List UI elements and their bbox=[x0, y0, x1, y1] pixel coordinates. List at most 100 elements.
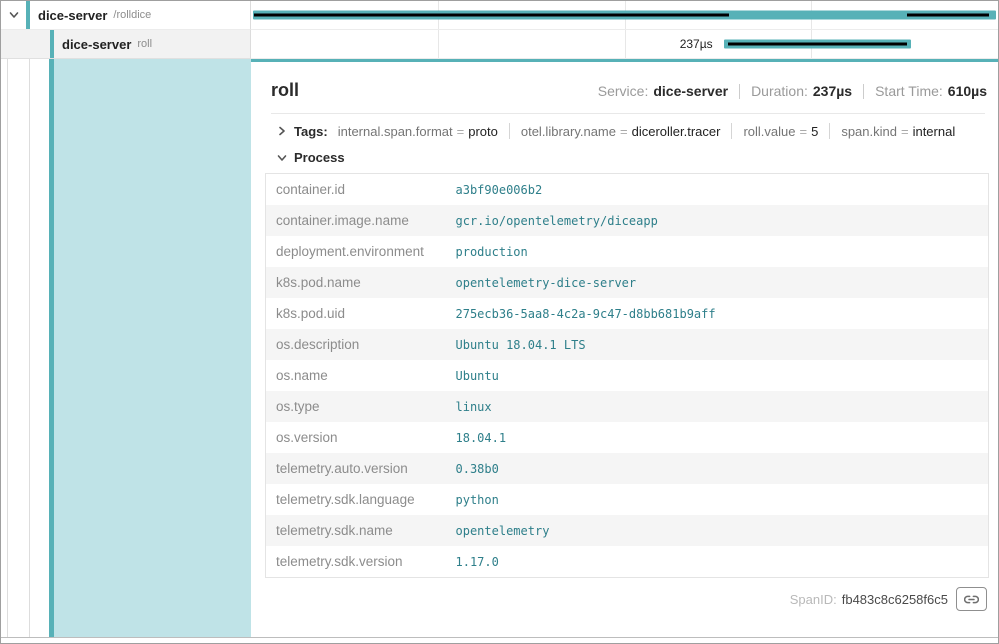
stat-value: dice-server bbox=[653, 83, 728, 99]
process-label[interactable]: Process bbox=[294, 150, 345, 165]
span-color-bar bbox=[26, 1, 30, 29]
stat-value: 237µs bbox=[813, 83, 852, 99]
process-row: telemetry.auto.version0.38b0 bbox=[266, 453, 989, 484]
service-name: dice-server bbox=[62, 37, 131, 52]
stat-separator bbox=[739, 84, 740, 99]
tag-value: 5 bbox=[811, 124, 818, 139]
span-row-roll[interactable]: 237µs dice-server roll bbox=[1, 30, 998, 59]
tags-section-header[interactable]: Tags: internal.span.format=protootel.lib… bbox=[265, 114, 989, 146]
process-key: telemetry.auto.version bbox=[266, 453, 446, 484]
timeline-row-rolldice[interactable] bbox=[251, 1, 998, 30]
operation-name: roll bbox=[137, 38, 152, 50]
process-row: telemetry.sdk.nameopentelemetry bbox=[266, 515, 989, 546]
process-key: container.id bbox=[266, 174, 446, 206]
process-value: a3bf90e006b2 bbox=[446, 174, 989, 206]
span-name-rolldice[interactable]: dice-server /rolldice bbox=[1, 1, 251, 30]
process-row: os.version18.04.1 bbox=[266, 422, 989, 453]
span-detail-area: roll Service:dice-server Duration: 237µs St… bbox=[1, 59, 998, 638]
tag-value: internal bbox=[913, 124, 956, 139]
process-value: production bbox=[446, 236, 989, 267]
stat-label: Duration: bbox=[751, 83, 808, 99]
link-icon bbox=[964, 592, 979, 607]
tag-item: span.kind = internal bbox=[841, 124, 955, 139]
indent-guide bbox=[29, 59, 30, 637]
tag-item: otel.library.name = diceroller.tracer bbox=[521, 124, 721, 139]
timeline-gridline bbox=[438, 30, 439, 58]
process-key: k8s.pod.uid bbox=[266, 298, 446, 329]
header-stats: Service:dice-server Duration: 237µs Start T… bbox=[598, 83, 987, 99]
stat-label: Start Time: bbox=[875, 83, 943, 99]
span-detail-panel: roll Service:dice-server Duration: 237µs St… bbox=[251, 59, 998, 637]
process-table: container.ida3bf90e006b2container.image.… bbox=[265, 173, 989, 578]
process-value: 0.38b0 bbox=[446, 453, 989, 484]
process-value: opentelemetry bbox=[446, 515, 989, 546]
tags-list: internal.span.format=protootel.library.n… bbox=[338, 123, 956, 139]
process-section-header[interactable]: Process bbox=[265, 146, 989, 173]
detail-header: roll Service:dice-server Duration: 237µs St… bbox=[265, 76, 989, 101]
operation-name: /rolldice bbox=[113, 9, 151, 21]
process-row: container.ida3bf90e006b2 bbox=[266, 174, 989, 206]
process-value: Ubuntu 18.04.1 LTS bbox=[446, 329, 989, 360]
process-table-body: container.ida3bf90e006b2container.image.… bbox=[266, 174, 989, 578]
tag-equals: = bbox=[457, 124, 465, 139]
trace-view: dice-server /rolldice 237µs dice-server … bbox=[0, 0, 999, 644]
process-key: os.type bbox=[266, 391, 446, 422]
process-row: os.typelinux bbox=[266, 391, 989, 422]
process-key: telemetry.sdk.language bbox=[266, 484, 446, 515]
span-highlight-column bbox=[54, 59, 251, 637]
span-row-rolldice[interactable]: dice-server /rolldice bbox=[1, 1, 998, 30]
chevron-right-icon[interactable] bbox=[276, 125, 288, 137]
tag-item: internal.span.format =proto bbox=[338, 124, 498, 139]
process-key: k8s.pod.name bbox=[266, 267, 446, 298]
tag-value: diceroller.tracer bbox=[632, 124, 721, 139]
process-value: linux bbox=[446, 391, 989, 422]
tag-key: otel.library.name bbox=[521, 124, 616, 139]
tag-equals: = bbox=[620, 124, 628, 139]
process-row: os.nameUbuntu bbox=[266, 360, 989, 391]
tags-label[interactable]: Tags: bbox=[294, 124, 328, 139]
span-title: roll bbox=[271, 80, 299, 101]
tag-value: proto bbox=[468, 124, 498, 139]
process-row: deployment.environmentproduction bbox=[266, 236, 989, 267]
process-key: os.description bbox=[266, 329, 446, 360]
tag-key: span.kind bbox=[841, 124, 897, 139]
deep-link-button[interactable] bbox=[956, 587, 987, 611]
process-row: container.image.namegcr.io/opentelemetry… bbox=[266, 205, 989, 236]
process-value: 275ecb36-5aa8-4c2a-9c47-d8bb681b9aff bbox=[446, 298, 989, 329]
service-name: dice-server bbox=[38, 8, 107, 23]
span-bar-overlay bbox=[907, 14, 989, 17]
process-key: telemetry.sdk.version bbox=[266, 546, 446, 578]
detail-footer: SpanID: fb483c8c6258f6c5 bbox=[265, 578, 989, 611]
process-row: os.descriptionUbuntu 18.04.1 LTS bbox=[266, 329, 989, 360]
tag-equals: = bbox=[901, 124, 909, 139]
process-row: telemetry.sdk.languagepython bbox=[266, 484, 989, 515]
indent-guide bbox=[7, 59, 8, 637]
tag-separator bbox=[731, 123, 732, 139]
process-value: 18.04.1 bbox=[446, 422, 989, 453]
timeline-gridline bbox=[625, 30, 626, 58]
tag-separator bbox=[509, 123, 510, 139]
chevron-down-icon[interactable] bbox=[8, 9, 20, 21]
tag-separator bbox=[829, 123, 830, 139]
process-value: gcr.io/opentelemetry/diceapp bbox=[446, 205, 989, 236]
stat-separator bbox=[863, 84, 864, 99]
process-value: Ubuntu bbox=[446, 360, 989, 391]
process-value: opentelemetry-dice-server bbox=[446, 267, 989, 298]
span-color-bar bbox=[50, 30, 54, 58]
span-duration-label: 237µs bbox=[680, 37, 719, 51]
span-name-roll[interactable]: dice-server roll bbox=[1, 30, 251, 59]
process-value: 1.17.0 bbox=[446, 546, 989, 578]
process-row: telemetry.sdk.version1.17.0 bbox=[266, 546, 989, 578]
spanid-value: fb483c8c6258f6c5 bbox=[842, 592, 948, 607]
chevron-down-icon[interactable] bbox=[276, 152, 288, 164]
timeline-row-roll[interactable]: 237µs bbox=[251, 30, 998, 59]
tag-item: roll.value=5 bbox=[743, 124, 818, 139]
process-key: os.name bbox=[266, 360, 446, 391]
process-row: k8s.pod.nameopentelemetry-dice-server bbox=[266, 267, 989, 298]
spanid-label: SpanID: bbox=[790, 592, 837, 607]
stat-label: Service: bbox=[598, 83, 649, 99]
process-key: telemetry.sdk.name bbox=[266, 515, 446, 546]
tag-key: internal.span.format bbox=[338, 124, 453, 139]
process-value: python bbox=[446, 484, 989, 515]
process-key: os.version bbox=[266, 422, 446, 453]
